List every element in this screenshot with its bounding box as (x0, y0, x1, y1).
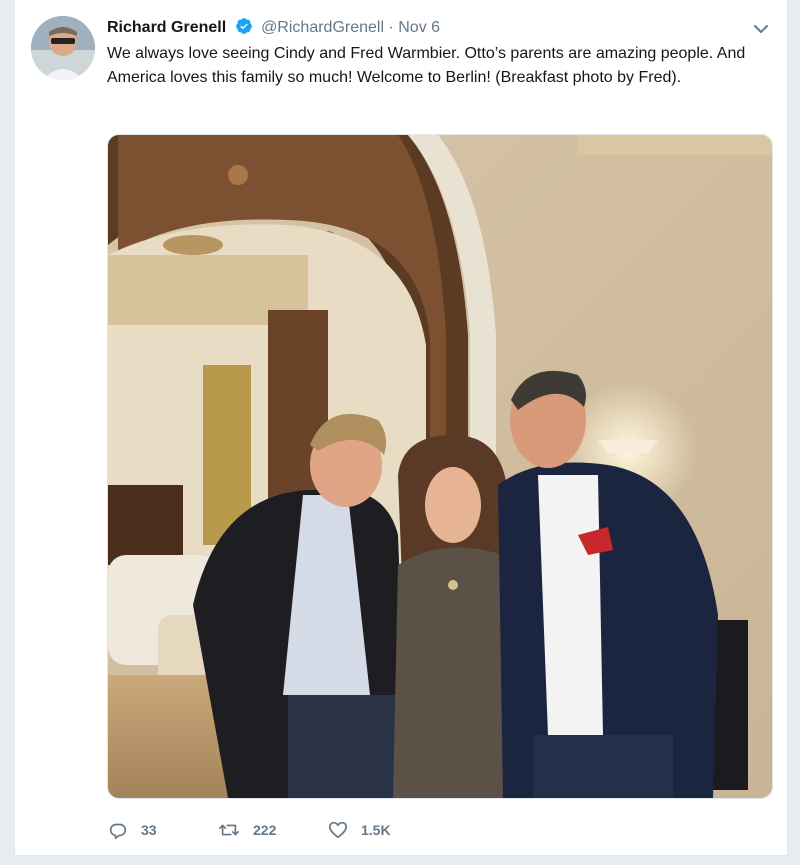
photo-illustration (108, 135, 772, 798)
like-count: 1.5K (361, 822, 391, 838)
retweet-button[interactable]: 222 (217, 819, 327, 841)
tweet-card[interactable]: Richard Grenell @RichardGrenell · Nov 6 … (14, 0, 788, 856)
chevron-down-icon[interactable] (751, 20, 771, 38)
like-button[interactable]: 1.5K (327, 819, 447, 841)
tweet-photo[interactable] (107, 134, 773, 799)
tweet-header: Richard Grenell @RichardGrenell · Nov 6 (107, 17, 440, 39)
reply-icon (109, 823, 127, 840)
header-separator: · (388, 19, 394, 36)
retweet-icon (219, 824, 239, 836)
avatar-image (31, 16, 95, 80)
avatar[interactable] (31, 16, 95, 80)
author-handle[interactable]: @RichardGrenell (261, 19, 384, 36)
author-name[interactable]: Richard Grenell (107, 19, 226, 36)
tweet-text: We always love seeing Cindy and Fred War… (107, 45, 746, 86)
reply-count: 33 (141, 822, 157, 838)
verified-badge-icon (235, 17, 253, 42)
tweet-actions: 33 222 1.5K (107, 818, 447, 842)
reply-button[interactable]: 33 (107, 819, 217, 841)
retweet-count: 222 (253, 822, 277, 838)
tweet-date[interactable]: Nov 6 (398, 19, 440, 36)
heart-icon (328, 821, 348, 839)
